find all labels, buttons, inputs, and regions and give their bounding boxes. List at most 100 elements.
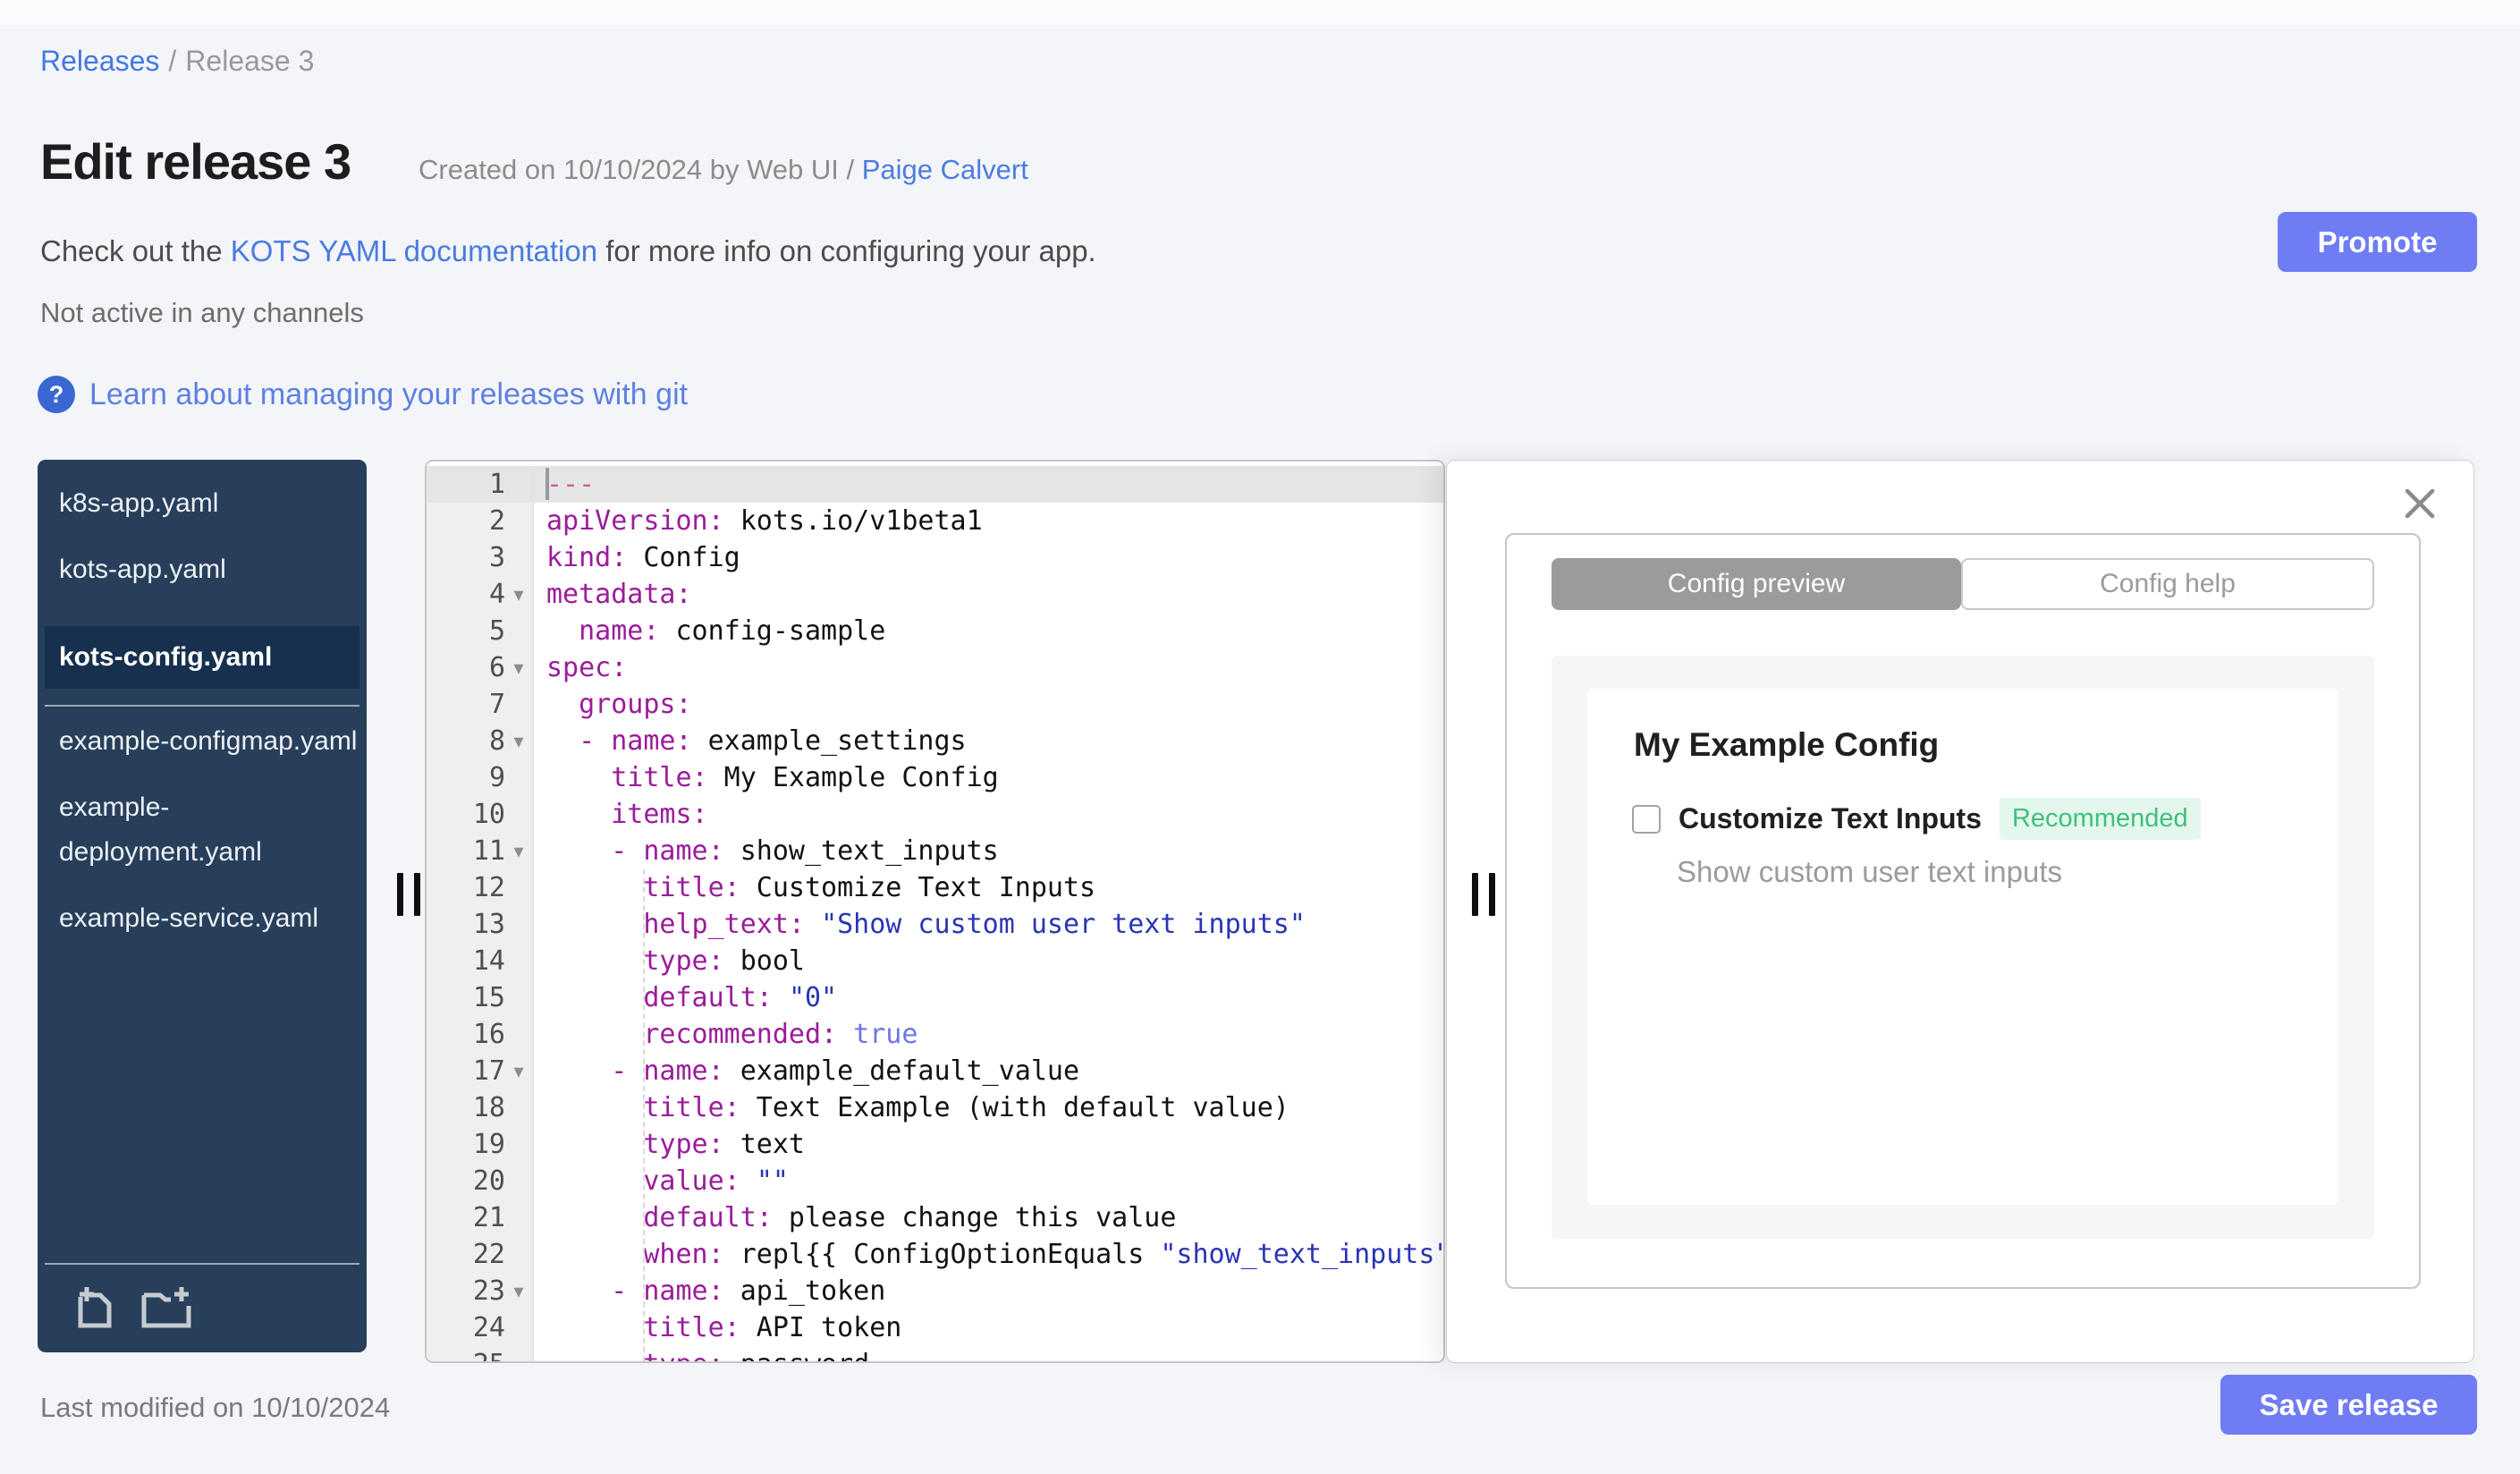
fold-arrow-icon[interactable]: ▾: [505, 1060, 532, 1083]
gutter-line-21: 21: [427, 1199, 534, 1236]
sidebar-resize-handle[interactable]: [397, 873, 420, 916]
gutter-line-10: 10: [427, 796, 534, 833]
created-on-text: Created on 10/10/2024 by Web UI / Paige …: [419, 154, 1028, 186]
created-prefix: Created on 10/10/2024 by Web UI /: [419, 154, 862, 185]
line-number: 21: [473, 1202, 505, 1233]
line-number: 13: [473, 909, 505, 940]
fold-arrow-icon[interactable]: ▾: [505, 730, 532, 753]
created-author-link[interactable]: Paige Calvert: [862, 154, 1028, 185]
code-line-18[interactable]: 18 title: Text Example (with default val…: [427, 1089, 1443, 1126]
promote-button[interactable]: Promote: [2278, 212, 2477, 272]
code-line-15[interactable]: 15 default: "0": [427, 979, 1443, 1016]
line-number: 3: [489, 542, 505, 573]
line-number: 1: [489, 469, 505, 500]
question-icon[interactable]: ?: [38, 376, 75, 413]
code-line-3[interactable]: 3kind: Config: [427, 539, 1443, 576]
code-text: type: bool: [534, 943, 1443, 979]
code-line-20[interactable]: 20 value: "": [427, 1163, 1443, 1199]
file-item-kots-app.yaml[interactable]: kots-app.yaml: [59, 547, 367, 614]
config-group-title: My Example Config: [1634, 726, 1939, 764]
close-icon[interactable]: [2400, 484, 2440, 523]
channel-status: Not active in any channels: [40, 297, 364, 329]
line-number: 4: [489, 579, 505, 610]
code-text: ---: [534, 466, 1443, 503]
code-line-19[interactable]: 19 type: text: [427, 1126, 1443, 1163]
line-number: 22: [473, 1239, 505, 1270]
code-line-14[interactable]: 14 type: bool: [427, 943, 1443, 979]
code-line-11[interactable]: 11▾ - name: show_text_inputs: [427, 833, 1443, 869]
text-cursor: [545, 468, 549, 500]
code-text: name: config-sample: [534, 613, 1443, 649]
config-item-help-text: Show custom user text inputs: [1677, 855, 2062, 889]
file-item-example-service.yaml[interactable]: example-service.yaml: [59, 896, 367, 962]
gutter-line-22: 22: [427, 1236, 534, 1273]
code-text: - name: show_text_inputs: [534, 833, 1443, 869]
code-line-25[interactable]: 25 type: password: [427, 1346, 1443, 1363]
code-line-5[interactable]: 5 name: config-sample: [427, 613, 1443, 649]
line-number: 25: [473, 1349, 505, 1363]
code-text: groups:: [534, 686, 1443, 723]
code-line-7[interactable]: 7 groups:: [427, 686, 1443, 723]
gutter-line-25: 25: [427, 1346, 534, 1363]
save-release-button[interactable]: Save release: [2220, 1375, 2477, 1435]
code-text: - name: api_token: [534, 1273, 1443, 1309]
customize-text-inputs-checkbox[interactable]: [1632, 805, 1661, 834]
code-line-13[interactable]: 13 help_text: "Show custom user text inp…: [427, 906, 1443, 943]
line-number: 16: [473, 1019, 505, 1050]
yaml-code-editor[interactable]: 1 ---2apiVersion: kots.io/v1beta13kind: C…: [425, 460, 1445, 1363]
code-line-8[interactable]: 8▾ - name: example_settings: [427, 723, 1443, 759]
new-folder-icon[interactable]: [141, 1284, 193, 1329]
resize-bar: [1472, 873, 1478, 916]
file-item-example-configmap.yaml[interactable]: example-configmap.yaml: [59, 719, 367, 785]
kots-yaml-docs-link[interactable]: KOTS YAML documentation: [231, 234, 597, 267]
line-number: 10: [473, 799, 505, 830]
code-line-16[interactable]: 16 recommended: true: [427, 1016, 1443, 1053]
code-lines: 1 ---2apiVersion: kots.io/v1beta13kind: C…: [427, 462, 1443, 1363]
config-tab-bar: Config previewConfig help: [1552, 558, 2374, 610]
code-line-12[interactable]: 12 title: Customize Text Inputs: [427, 869, 1443, 906]
fold-arrow-icon[interactable]: ▾: [505, 1280, 532, 1303]
resize-bar: [397, 873, 403, 916]
line-number: 20: [473, 1165, 505, 1197]
code-line-23[interactable]: 23▾ - name: api_token: [427, 1273, 1443, 1309]
breadcrumb-current: Release 3: [185, 45, 314, 77]
breadcrumb-releases-link[interactable]: Releases: [40, 45, 159, 77]
gutter-line-15: 15: [427, 979, 534, 1016]
code-line-22[interactable]: 22 when: repl{{ ConfigOptionEquals "show…: [427, 1236, 1443, 1273]
breadcrumb-separator: /: [168, 45, 176, 77]
preview-resize-handle[interactable]: [1472, 873, 1495, 916]
code-line-24[interactable]: 24 title: API token: [427, 1309, 1443, 1346]
code-text: metadata:: [534, 576, 1443, 613]
code-line-2[interactable]: 2apiVersion: kots.io/v1beta1: [427, 503, 1443, 539]
file-list-primary: k8s-app.yamlkots-app.yaml kots-config.yam…: [38, 460, 367, 689]
code-text: when: repl{{ ConfigOptionEquals "show_te…: [534, 1236, 1443, 1273]
code-line-9[interactable]: 9 title: My Example Config: [427, 759, 1443, 796]
code-line-17[interactable]: 17▾ - name: example_default_value: [427, 1053, 1443, 1089]
gutter-line-6: 6▾: [427, 649, 534, 686]
file-item-kots-config.yaml[interactable]: kots-config.yaml: [45, 626, 359, 689]
tab-config-preview[interactable]: Config preview: [1552, 558, 1961, 610]
file-item-k8s-app.yaml[interactable]: k8s-app.yaml: [59, 481, 367, 547]
code-line-21[interactable]: 21 default: please change this value: [427, 1199, 1443, 1236]
sidebar-footer: [38, 1263, 367, 1352]
file-item-example-deployment.yaml[interactable]: example-deployment.yaml: [59, 785, 367, 896]
code-line-6[interactable]: 6▾spec:: [427, 649, 1443, 686]
code-text: - name: example_settings: [534, 723, 1443, 759]
code-text: title: API token: [534, 1309, 1443, 1346]
code-text: items:: [534, 796, 1443, 833]
code-text: default: please change this value: [534, 1199, 1443, 1236]
gutter-line-3: 3: [427, 539, 534, 576]
fold-arrow-icon[interactable]: ▾: [505, 657, 532, 680]
fold-arrow-icon[interactable]: ▾: [505, 583, 532, 606]
code-line-4[interactable]: 4▾metadata:: [427, 576, 1443, 613]
gutter-line-7: 7: [427, 686, 534, 723]
new-file-icon[interactable]: [77, 1284, 118, 1329]
git-releases-link[interactable]: Learn about managing your releases with …: [89, 377, 688, 412]
code-text: spec:: [534, 649, 1443, 686]
gutter-line-2: 2: [427, 503, 534, 539]
docs-suffix: for more info on configuring your app.: [597, 234, 1096, 267]
code-line-1[interactable]: 1 ---: [427, 466, 1443, 503]
code-line-10[interactable]: 10 items:: [427, 796, 1443, 833]
fold-arrow-icon[interactable]: ▾: [505, 840, 532, 863]
tab-config-help[interactable]: Config help: [1961, 558, 2374, 610]
